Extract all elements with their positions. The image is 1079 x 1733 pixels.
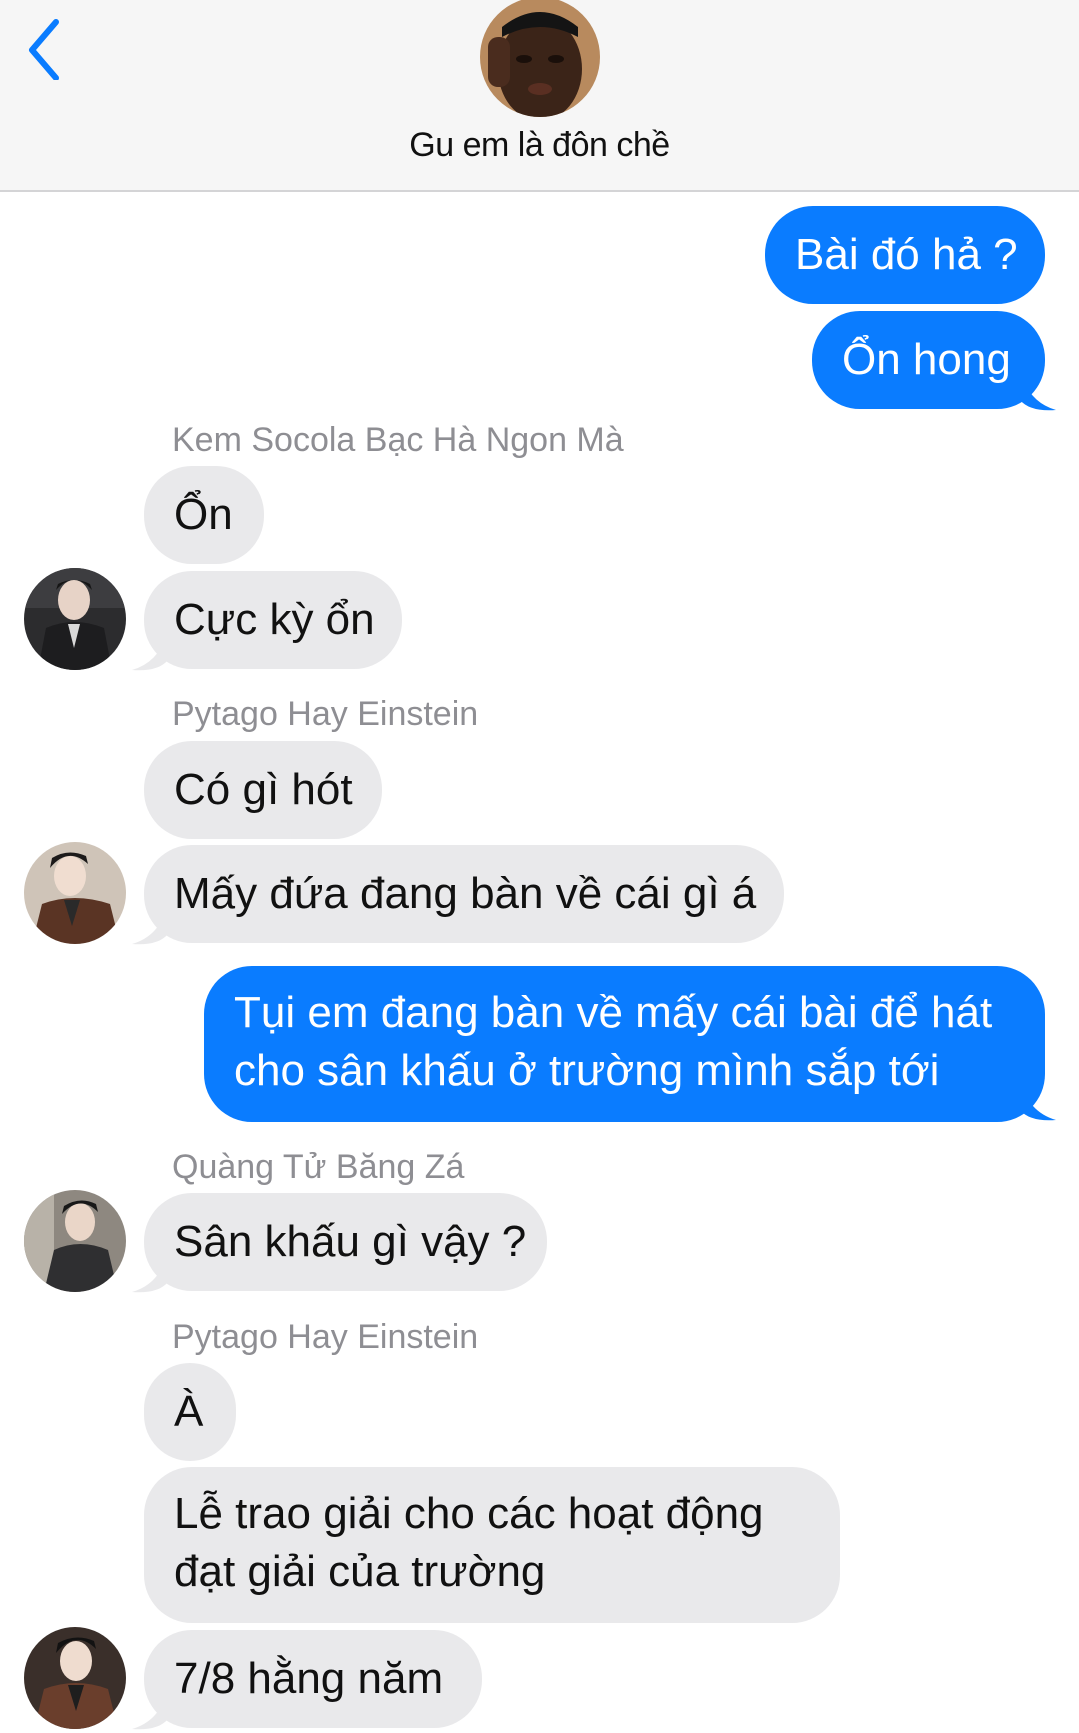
sender-name: Pytago Hay Einstein [172,1318,479,1356]
group-avatar-icon[interactable] [480,0,600,117]
bubble-tail [132,630,168,671]
message-text: Sân khấu gì vậy ? [174,1217,527,1266]
chat-header: Gu em là đôn chề [0,0,1079,192]
avatar[interactable] [24,1190,126,1292]
message-text: À [174,1387,204,1436]
incoming-message[interactable]: Cực kỳ ổn [144,571,402,669]
incoming-message[interactable]: Có gì hót [144,741,382,839]
bubble-tail [132,1252,168,1293]
avatar[interactable] [24,842,126,944]
chat-title[interactable]: Gu em là đôn chề [0,126,1079,165]
message-text: Mấy đứa đang bàn về cái gì á [174,869,757,918]
sender-name: Kem Socola Bạc Hà Ngon Mà [172,421,624,459]
outgoing-message[interactable]: Ổn hong [812,311,1045,409]
message-text-line: cho sân khấu ở trường mình sắp tới [234,1046,940,1095]
outgoing-message[interactable]: Bài đó hả ? [765,206,1045,304]
message-text: Ổn [174,490,233,539]
message-text-line: Tụi em đang bàn về mấy cái bài để hát [234,988,993,1037]
incoming-message[interactable]: Lễ trao giải cho các hoạt động đạt giải … [144,1467,840,1623]
outgoing-message[interactable]: Tụi em đang bàn về mấy cái bài để hát ch… [204,966,1045,1122]
message-text-line: đạt giải của trường [174,1547,546,1596]
incoming-message[interactable]: Sân khấu gì vậy ? [144,1193,547,1291]
bubble-tail [132,1689,168,1730]
incoming-message[interactable]: 7/8 hằng năm [144,1630,482,1728]
bubble-tail [132,904,168,945]
sender-name: Quàng Tử Băng Zá [172,1148,465,1186]
message-text: Cực kỳ ổn [174,595,375,644]
message-text: Bài đó hả ? [795,230,1018,279]
chevron-left-icon [29,19,59,81]
bubble-tail [1020,370,1056,411]
avatar[interactable] [24,568,126,670]
back-button[interactable] [22,10,72,81]
message-text: Ổn hong [842,335,1011,384]
incoming-message[interactable]: Ổn [144,466,264,564]
bubble-tail [1020,1080,1056,1121]
message-text: Có gì hót [174,765,353,814]
message-text: 7/8 hằng năm [174,1654,444,1703]
sender-name: Pytago Hay Einstein [172,695,479,733]
avatar[interactable] [24,1627,126,1729]
incoming-message[interactable]: Mấy đứa đang bàn về cái gì á [144,845,784,943]
message-text-line: Lễ trao giải cho các hoạt động [174,1489,764,1538]
incoming-message[interactable]: À [144,1363,236,1461]
